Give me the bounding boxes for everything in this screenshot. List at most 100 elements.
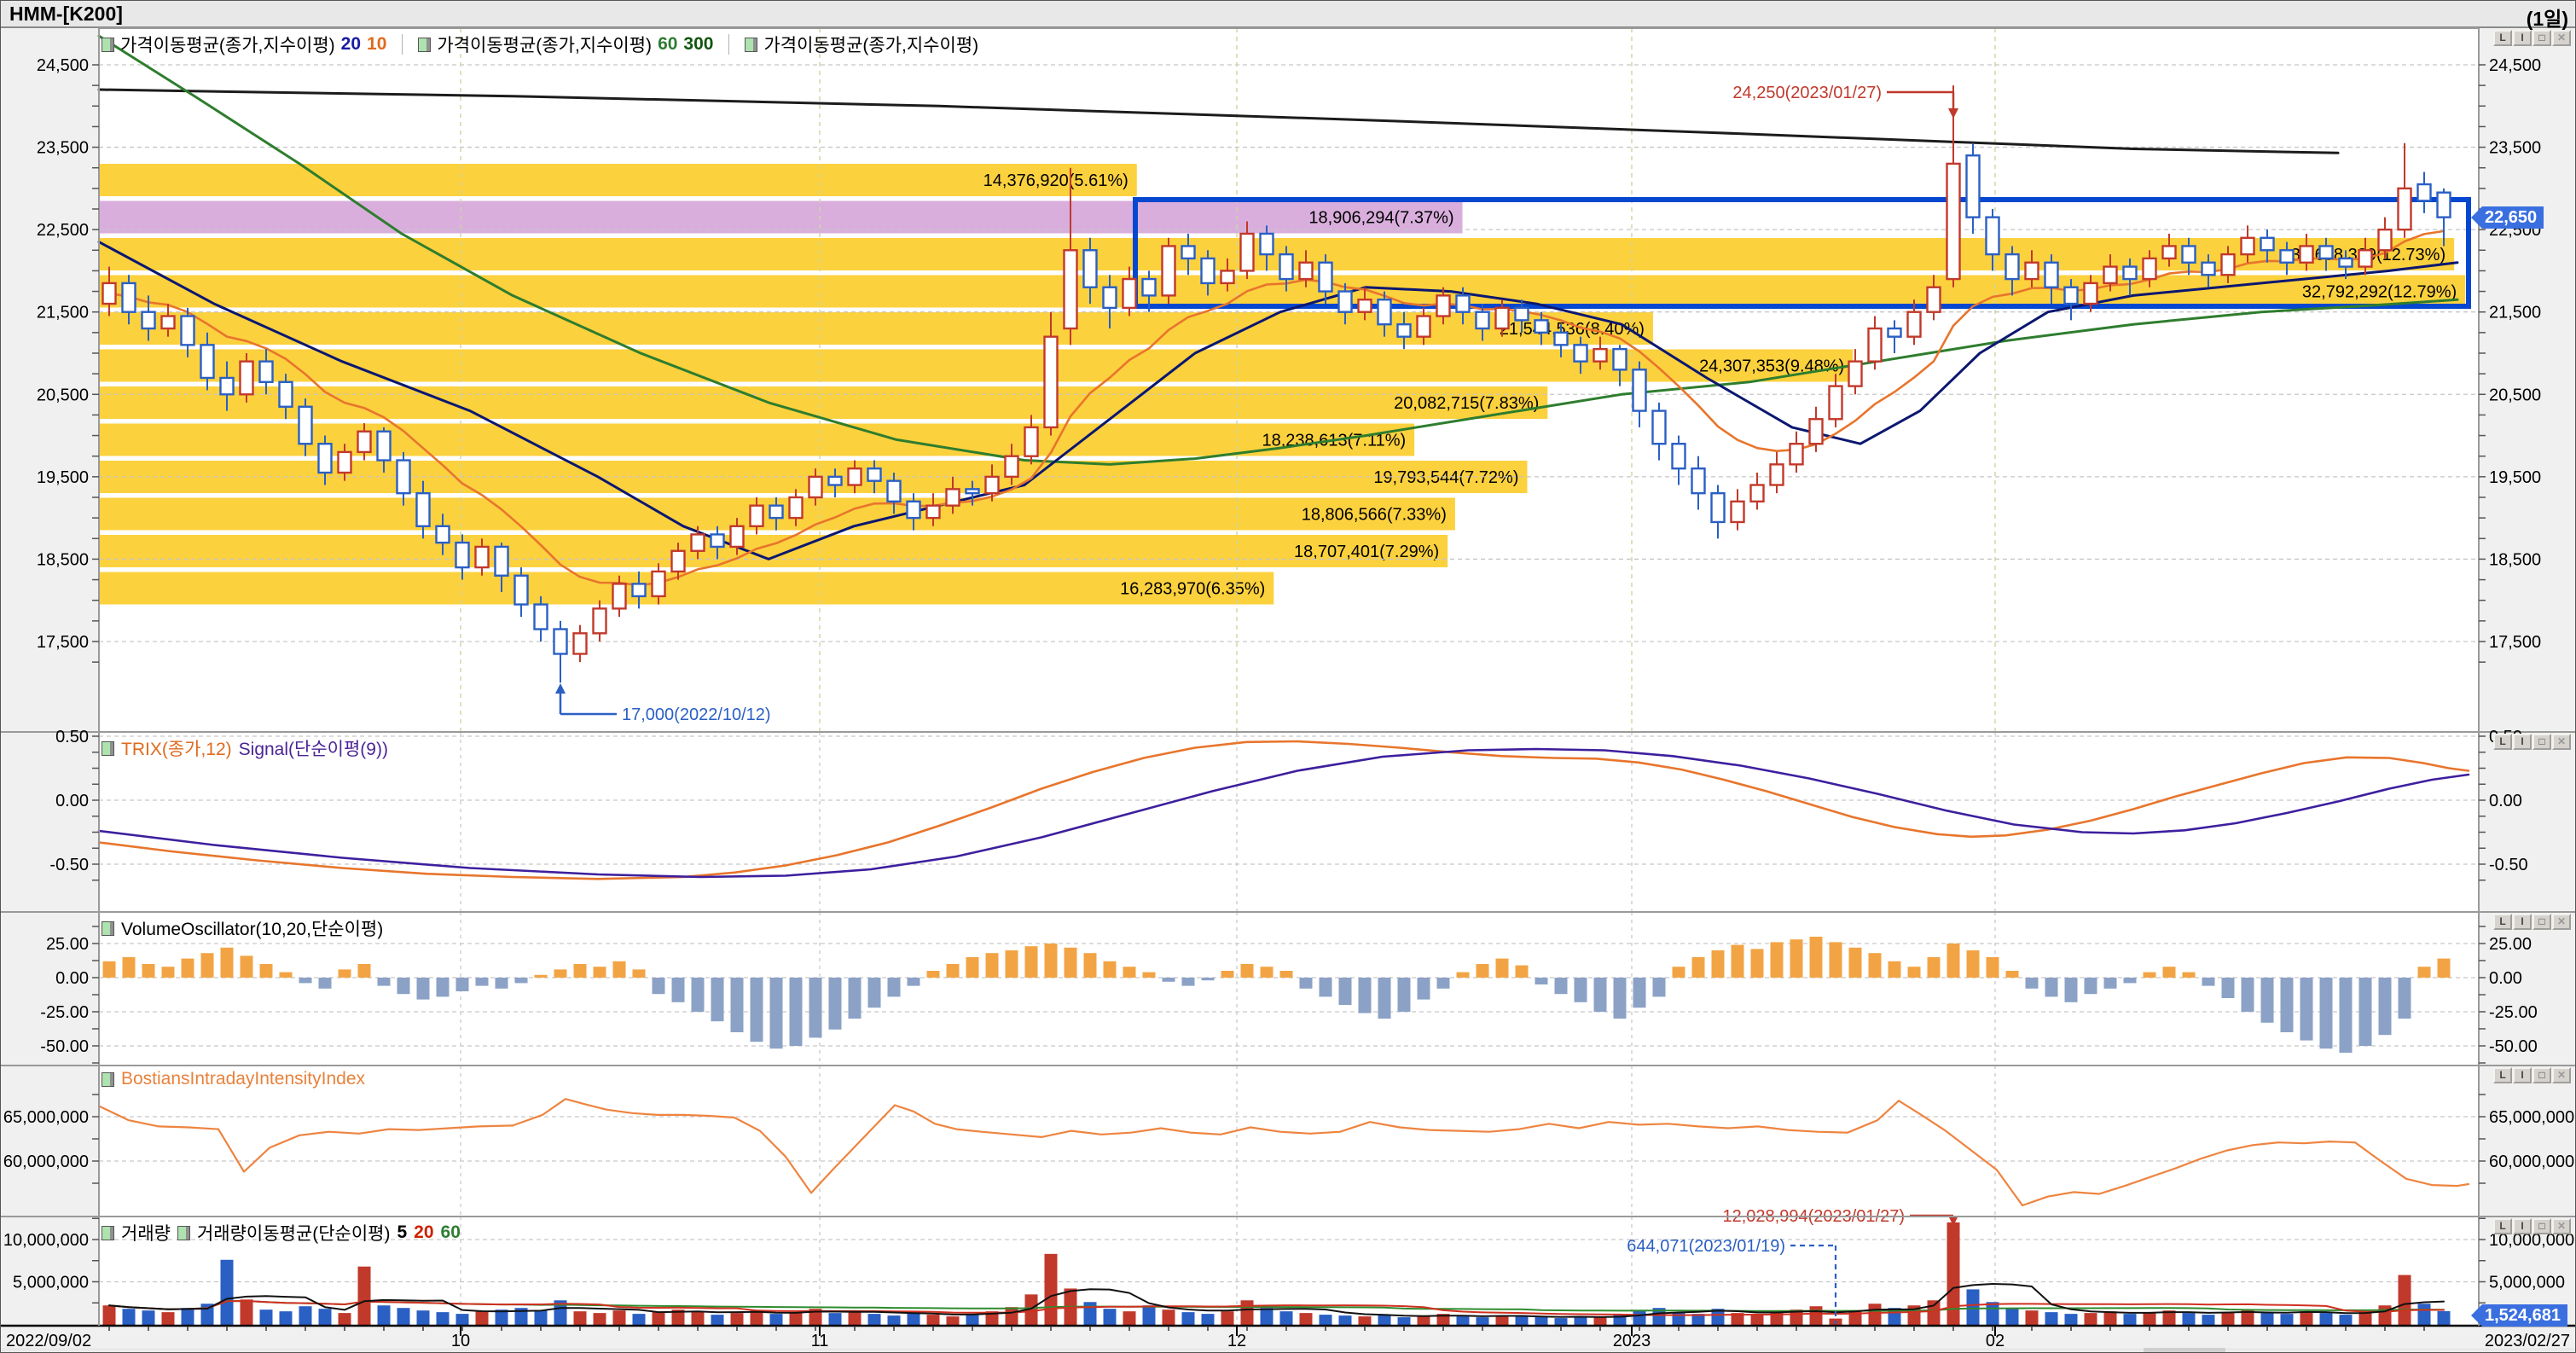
panel-maximize-button[interactable]: □ bbox=[2532, 1218, 2551, 1234]
svg-text:18,906,294(7.37%): 18,906,294(7.37%) bbox=[1308, 209, 1453, 228]
legend-text: 거래량 bbox=[121, 1220, 171, 1246]
svg-text:0.50: 0.50 bbox=[55, 728, 89, 746]
svg-text:32,792,292(12.79%): 32,792,292(12.79%) bbox=[2302, 283, 2457, 302]
legend-toggle-icon[interactable] bbox=[418, 38, 431, 52]
svg-text:60,000,000: 60,000,000 bbox=[3, 1153, 89, 1171]
panel-close-button[interactable]: ✕ bbox=[2552, 30, 2571, 46]
panel-close-button[interactable]: ✕ bbox=[2552, 914, 2571, 930]
legend-toggle-icon[interactable] bbox=[102, 38, 114, 52]
legend-text: 60 bbox=[441, 1222, 461, 1243]
svg-text:24,500: 24,500 bbox=[37, 56, 89, 75]
chart-canvas[interactable]: 14,376,920(5.61%)18,906,294(7.37%)32,638… bbox=[1, 1, 2576, 1353]
panel-collapse-button[interactable]: L bbox=[2493, 1218, 2512, 1234]
svg-text:14,376,920(5.61%): 14,376,920(5.61%) bbox=[983, 171, 1128, 190]
panel-split-button[interactable]: I bbox=[2513, 1067, 2532, 1083]
legend-bostian[interactable]: BostiansIntradayIntensityIndex bbox=[102, 1069, 365, 1089]
svg-text:644,071(2023/01/19): 644,071(2023/01/19) bbox=[1627, 1237, 1785, 1256]
svg-text:12: 12 bbox=[1227, 1332, 1246, 1350]
svg-text:22,500: 22,500 bbox=[37, 221, 89, 240]
svg-text:2023: 2023 bbox=[1613, 1332, 1651, 1350]
legend-toggle-icon[interactable] bbox=[177, 1226, 190, 1240]
svg-text:19,793,544(7.72%): 19,793,544(7.72%) bbox=[1373, 468, 1518, 487]
svg-text:23,500: 23,500 bbox=[2489, 139, 2541, 158]
legend-text: 거래량이동평균(단순이평) bbox=[197, 1220, 391, 1246]
legend-toggle-icon[interactable] bbox=[102, 741, 114, 756]
panel-close-button[interactable]: ✕ bbox=[2552, 734, 2571, 750]
panel-maximize-button[interactable]: □ bbox=[2532, 734, 2551, 750]
current-volume-tag: 1,524,681 bbox=[2471, 1304, 2567, 1327]
svg-text:60,000,000: 60,000,000 bbox=[2489, 1153, 2574, 1171]
svg-text:-50.00: -50.00 bbox=[40, 1037, 89, 1056]
panel-maximize-button[interactable]: □ bbox=[2532, 30, 2551, 46]
svg-text:-0.50: -0.50 bbox=[2489, 856, 2528, 874]
scrollbar-thumb bbox=[2144, 1348, 2225, 1353]
legend-text: Signal(단순이평(9)) bbox=[239, 735, 388, 761]
svg-text:0.00: 0.00 bbox=[2489, 969, 2522, 988]
panel-maximize-button[interactable]: □ bbox=[2532, 1067, 2551, 1083]
legend-text: 가격이동평균(종가,지수이평) bbox=[763, 32, 978, 57]
legend-text: TRIX(종가,12) bbox=[121, 735, 232, 761]
svg-text:20,500: 20,500 bbox=[37, 386, 89, 404]
svg-text:-25.00: -25.00 bbox=[2489, 1003, 2538, 1022]
svg-text:0.00: 0.00 bbox=[55, 792, 89, 810]
svg-text:24,250(2023/01/27): 24,250(2023/01/27) bbox=[1732, 84, 1882, 102]
legend-text: 300 bbox=[683, 34, 713, 55]
svg-text:65,000,000: 65,000,000 bbox=[2489, 1108, 2574, 1127]
svg-text:10,000,000: 10,000,000 bbox=[3, 1231, 89, 1250]
panel-collapse-button[interactable]: L bbox=[2493, 914, 2512, 930]
legend-toggle-icon[interactable] bbox=[745, 38, 757, 52]
date-axis: 2022/09/021011122023022023/02/27 bbox=[1, 1326, 2576, 1353]
legend-group[interactable]: 가격이동평균(종가,지수이평)60300 bbox=[418, 32, 713, 57]
legend-text: 20 bbox=[414, 1222, 433, 1243]
legend-trix[interactable]: TRIX(종가,12) Signal(단순이평(9)) bbox=[102, 735, 388, 761]
panel-collapse-button[interactable]: L bbox=[2493, 30, 2512, 46]
svg-text:65,000,000: 65,000,000 bbox=[3, 1108, 89, 1127]
svg-text:-25.00: -25.00 bbox=[40, 1003, 89, 1022]
svg-text:25.00: 25.00 bbox=[46, 935, 89, 954]
panel-collapse-button[interactable]: L bbox=[2493, 1067, 2512, 1083]
svg-text:0.00: 0.00 bbox=[2489, 792, 2522, 810]
legend-group[interactable]: 가격이동평균(종가,지수이평) 20 10 bbox=[102, 32, 386, 57]
legend-price-ma[interactable]: 가격이동평균(종가,지수이평) 20 10 가격이동평균(종가,지수이평) 60 300 가… bbox=[102, 32, 978, 57]
legend-toggle-icon[interactable] bbox=[102, 1072, 114, 1087]
legend-volume-oscillator[interactable]: VolumeOscillator(10,20,단순이평) bbox=[102, 915, 383, 941]
legend-text: 가격이동평균(종가,지수이평) bbox=[120, 32, 335, 57]
legend-group[interactable]: 가격이동평균(종가,지수이평) bbox=[745, 32, 978, 57]
panel-split-button[interactable]: I bbox=[2513, 914, 2532, 930]
panel-split-button[interactable]: I bbox=[2513, 1218, 2532, 1234]
svg-text:0.00: 0.00 bbox=[55, 969, 89, 988]
panel-split-button[interactable]: I bbox=[2513, 734, 2532, 750]
legend-text: 20 bbox=[341, 34, 361, 55]
legend-text: 10 bbox=[367, 34, 386, 55]
svg-text:2022/09/02: 2022/09/02 bbox=[6, 1332, 91, 1350]
svg-text:23,500: 23,500 bbox=[37, 139, 89, 158]
legend-volume[interactable]: 거래량 거래량이동평균(단순이평) 5 20 60 bbox=[102, 1220, 461, 1246]
legend-text: VolumeOscillator(10,20,단순이평) bbox=[121, 915, 383, 941]
svg-text:17,500: 17,500 bbox=[37, 633, 89, 652]
svg-text:19,500: 19,500 bbox=[37, 468, 89, 487]
svg-text:2023/02/27: 2023/02/27 bbox=[2485, 1332, 2570, 1350]
svg-text:02: 02 bbox=[1986, 1332, 2005, 1350]
svg-text:18,707,401(7.29%): 18,707,401(7.29%) bbox=[1294, 543, 1439, 561]
svg-text:5,000,000: 5,000,000 bbox=[2489, 1274, 2565, 1292]
legend-text: 60 bbox=[658, 34, 677, 55]
legend-toggle-icon[interactable] bbox=[102, 921, 114, 936]
svg-text:11: 11 bbox=[811, 1332, 829, 1350]
panel-close-button[interactable]: ✕ bbox=[2552, 1218, 2571, 1234]
svg-text:21,500: 21,500 bbox=[37, 304, 89, 322]
legend-text: BostiansIntradayIntensityIndex bbox=[121, 1069, 365, 1089]
panel-split-button[interactable]: I bbox=[2513, 30, 2532, 46]
legend-toggle-icon[interactable] bbox=[102, 1226, 114, 1240]
svg-text:17,500: 17,500 bbox=[2489, 633, 2541, 652]
svg-text:24,500: 24,500 bbox=[2489, 56, 2541, 75]
svg-text:25.00: 25.00 bbox=[2489, 935, 2532, 954]
svg-text:18,806,566(7.33%): 18,806,566(7.33%) bbox=[1302, 506, 1447, 525]
svg-text:17,000(2022/10/12): 17,000(2022/10/12) bbox=[622, 706, 771, 724]
panel-close-button[interactable]: ✕ bbox=[2552, 1067, 2571, 1083]
svg-text:24,307,353(9.48%): 24,307,353(9.48%) bbox=[1699, 357, 1844, 376]
svg-text:5,000,000: 5,000,000 bbox=[13, 1274, 89, 1292]
panel-maximize-button[interactable]: □ bbox=[2532, 914, 2551, 930]
panel-collapse-button[interactable]: L bbox=[2493, 734, 2512, 750]
legend-text: 5 bbox=[397, 1222, 407, 1243]
svg-text:19,500: 19,500 bbox=[2489, 468, 2541, 487]
